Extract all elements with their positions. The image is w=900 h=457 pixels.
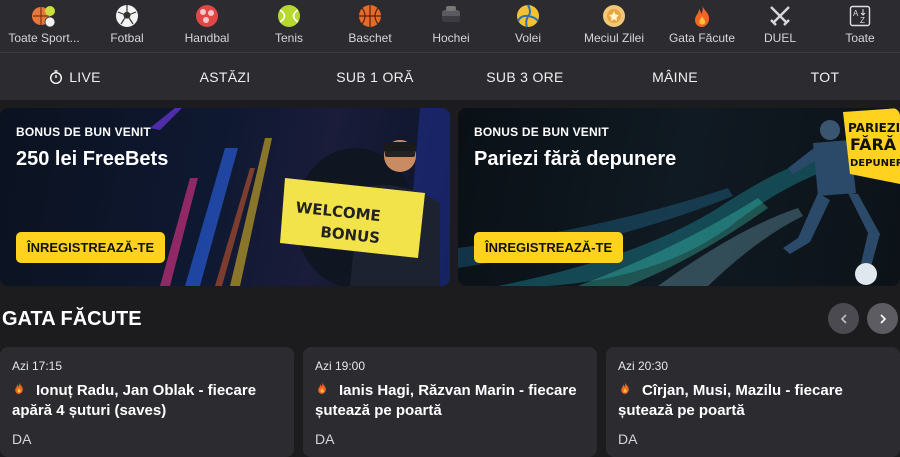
football-ball — [855, 263, 877, 285]
banner-title: 250 lei FreeBets — [16, 148, 169, 170]
card-title-text: Ianis Hagi, Răzvan Marin - fiecare șutea… — [315, 382, 577, 419]
card-title: Cîrjan, Musi, Mazilu - fiecare șutează p… — [618, 380, 888, 421]
sport-item-volei[interactable]: Volei — [492, 0, 564, 52]
filter-astazi[interactable]: ASTĂZI — [150, 53, 300, 100]
sport-item-hochei[interactable]: Hochei — [410, 0, 492, 52]
filter-live[interactable]: LIVE — [0, 53, 150, 100]
sport-item-duel[interactable]: DUEL — [740, 0, 820, 52]
sport-label: Tenis — [274, 31, 303, 45]
sport-label: Volei — [514, 31, 542, 45]
sport-label: Meciul Zilei — [583, 31, 644, 45]
card-title: Ianis Hagi, Răzvan Marin - fiecare șutea… — [315, 380, 585, 421]
card-time: Azi 20:30 — [618, 359, 669, 373]
filter-label: MÂINE — [652, 68, 698, 85]
register-button[interactable]: ÎNREGISTREAZĂ-TE — [16, 232, 166, 263]
sport-label: Hochei — [432, 31, 470, 45]
swords-icon — [767, 3, 793, 29]
svg-text:PARIEZI: PARIEZI — [848, 121, 900, 135]
time-filter-bar: LIVE ASTĂZI SUB 1 ORĂ SUB 3 ORE MÂINE TO… — [0, 52, 900, 100]
az-sort-icon: AZ — [847, 3, 873, 29]
sport-label: Handbal — [184, 31, 230, 45]
fire-icon — [689, 3, 715, 29]
filter-maine[interactable]: MÂINE — [600, 53, 750, 100]
sport-item-meciul-zilei[interactable]: Meciul Zilei — [564, 0, 664, 52]
chevron-left-icon — [840, 313, 847, 324]
filter-sub-3-ore[interactable]: SUB 3 ORE — [450, 53, 600, 100]
bet-card[interactable]: Azi 17:15 Ionuț Radu, Jan Oblak - fiecar… — [0, 347, 294, 457]
sport-item-all[interactable]: Toate Sport... — [0, 0, 88, 52]
sport-item-fotbal[interactable]: Fotbal — [88, 0, 166, 52]
promo-banner-no-deposit[interactable]: PARIEZI FĂRĂ DEPUNERE BONUS DE BUN VENIT… — [458, 108, 900, 286]
section-title: GATA FĂCUTE — [2, 308, 142, 330]
svg-text:FĂRĂ: FĂRĂ — [850, 135, 897, 154]
card-time: Azi 19:00 — [315, 359, 366, 373]
chevron-right-icon — [879, 313, 886, 324]
register-button[interactable]: ÎNREGISTREAZĂ-TE — [474, 232, 624, 263]
fire-icon — [621, 382, 629, 394]
sport-label: Toate — [845, 31, 875, 45]
banner-kicker: BONUS DE BUN VENIT — [474, 125, 609, 139]
filter-label: ASTĂZI — [199, 68, 251, 85]
handball-icon — [194, 3, 220, 29]
stopwatch-icon — [50, 69, 63, 84]
fire-icon — [318, 382, 326, 394]
filter-label: SUB 1 ORĂ — [336, 68, 414, 85]
card-time: Azi 17:15 — [12, 359, 63, 373]
filter-tot[interactable]: TOT — [750, 53, 900, 100]
carousel-prev-button[interactable] — [828, 303, 859, 334]
no-deposit-badge: PARIEZI FĂRĂ DEPUNERE — [843, 108, 900, 184]
sport-item-handbal[interactable]: Handbal — [166, 0, 248, 52]
sport-label: Gata Făcute — [668, 31, 736, 45]
tennis-icon — [276, 3, 302, 29]
filter-label: SUB 3 ORE — [486, 68, 564, 85]
match-of-day-icon — [601, 3, 627, 29]
sport-label: Toate Sport... — [8, 31, 80, 45]
svg-text:A: A — [853, 9, 859, 18]
filter-label: LIVE — [69, 68, 101, 85]
sport-item-baschet[interactable]: Baschet — [330, 0, 410, 52]
volleyball-icon — [515, 3, 541, 29]
card-answer: DA — [12, 431, 32, 447]
card-answer: DA — [315, 431, 335, 447]
sports-bar: Toate Sport... Fotbal Handbal Tenis Basc… — [0, 0, 900, 52]
carousel-next-button[interactable] — [867, 303, 898, 334]
promo-banner-freebets[interactable]: WELCOME BONUS BONUS DE BUN VENIT 250 lei… — [0, 108, 450, 286]
sport-item-toate[interactable]: AZ Toate — [820, 0, 900, 52]
card-title-text: Ionuț Radu, Jan Oblak - fiecare apără 4 … — [12, 382, 257, 419]
football-icon — [114, 3, 140, 29]
banner-title: Pariezi fără depunere — [474, 148, 677, 170]
sport-label: Baschet — [348, 31, 392, 45]
sport-item-gata-facute[interactable]: Gata Făcute — [664, 0, 740, 52]
all-sports-icon — [31, 3, 57, 29]
sport-label: Fotbal — [110, 31, 144, 45]
hockey-icon — [438, 3, 464, 29]
card-answer: DA — [618, 431, 638, 447]
card-title-text: Cîrjan, Musi, Mazilu - fiecare șutează p… — [618, 382, 843, 419]
sport-item-tenis[interactable]: Tenis — [248, 0, 330, 52]
filter-sub-1-ora[interactable]: SUB 1 ORĂ — [300, 53, 450, 100]
basketball-icon — [357, 3, 383, 29]
sport-label: DUEL — [763, 31, 796, 45]
card-title: Ionuț Radu, Jan Oblak - fiecare apără 4 … — [12, 380, 282, 421]
fire-icon — [15, 382, 23, 394]
filter-label: TOT — [810, 68, 840, 85]
svg-text:Z: Z — [860, 16, 865, 25]
banner-kicker: BONUS DE BUN VENIT — [16, 125, 151, 139]
svg-text:DEPUNERE: DEPUNERE — [850, 158, 900, 169]
bet-card[interactable]: Azi 20:30 Cîrjan, Musi, Mazilu - fiecare… — [606, 347, 900, 457]
bet-card[interactable]: Azi 19:00 Ianis Hagi, Răzvan Marin - fie… — [303, 347, 597, 457]
